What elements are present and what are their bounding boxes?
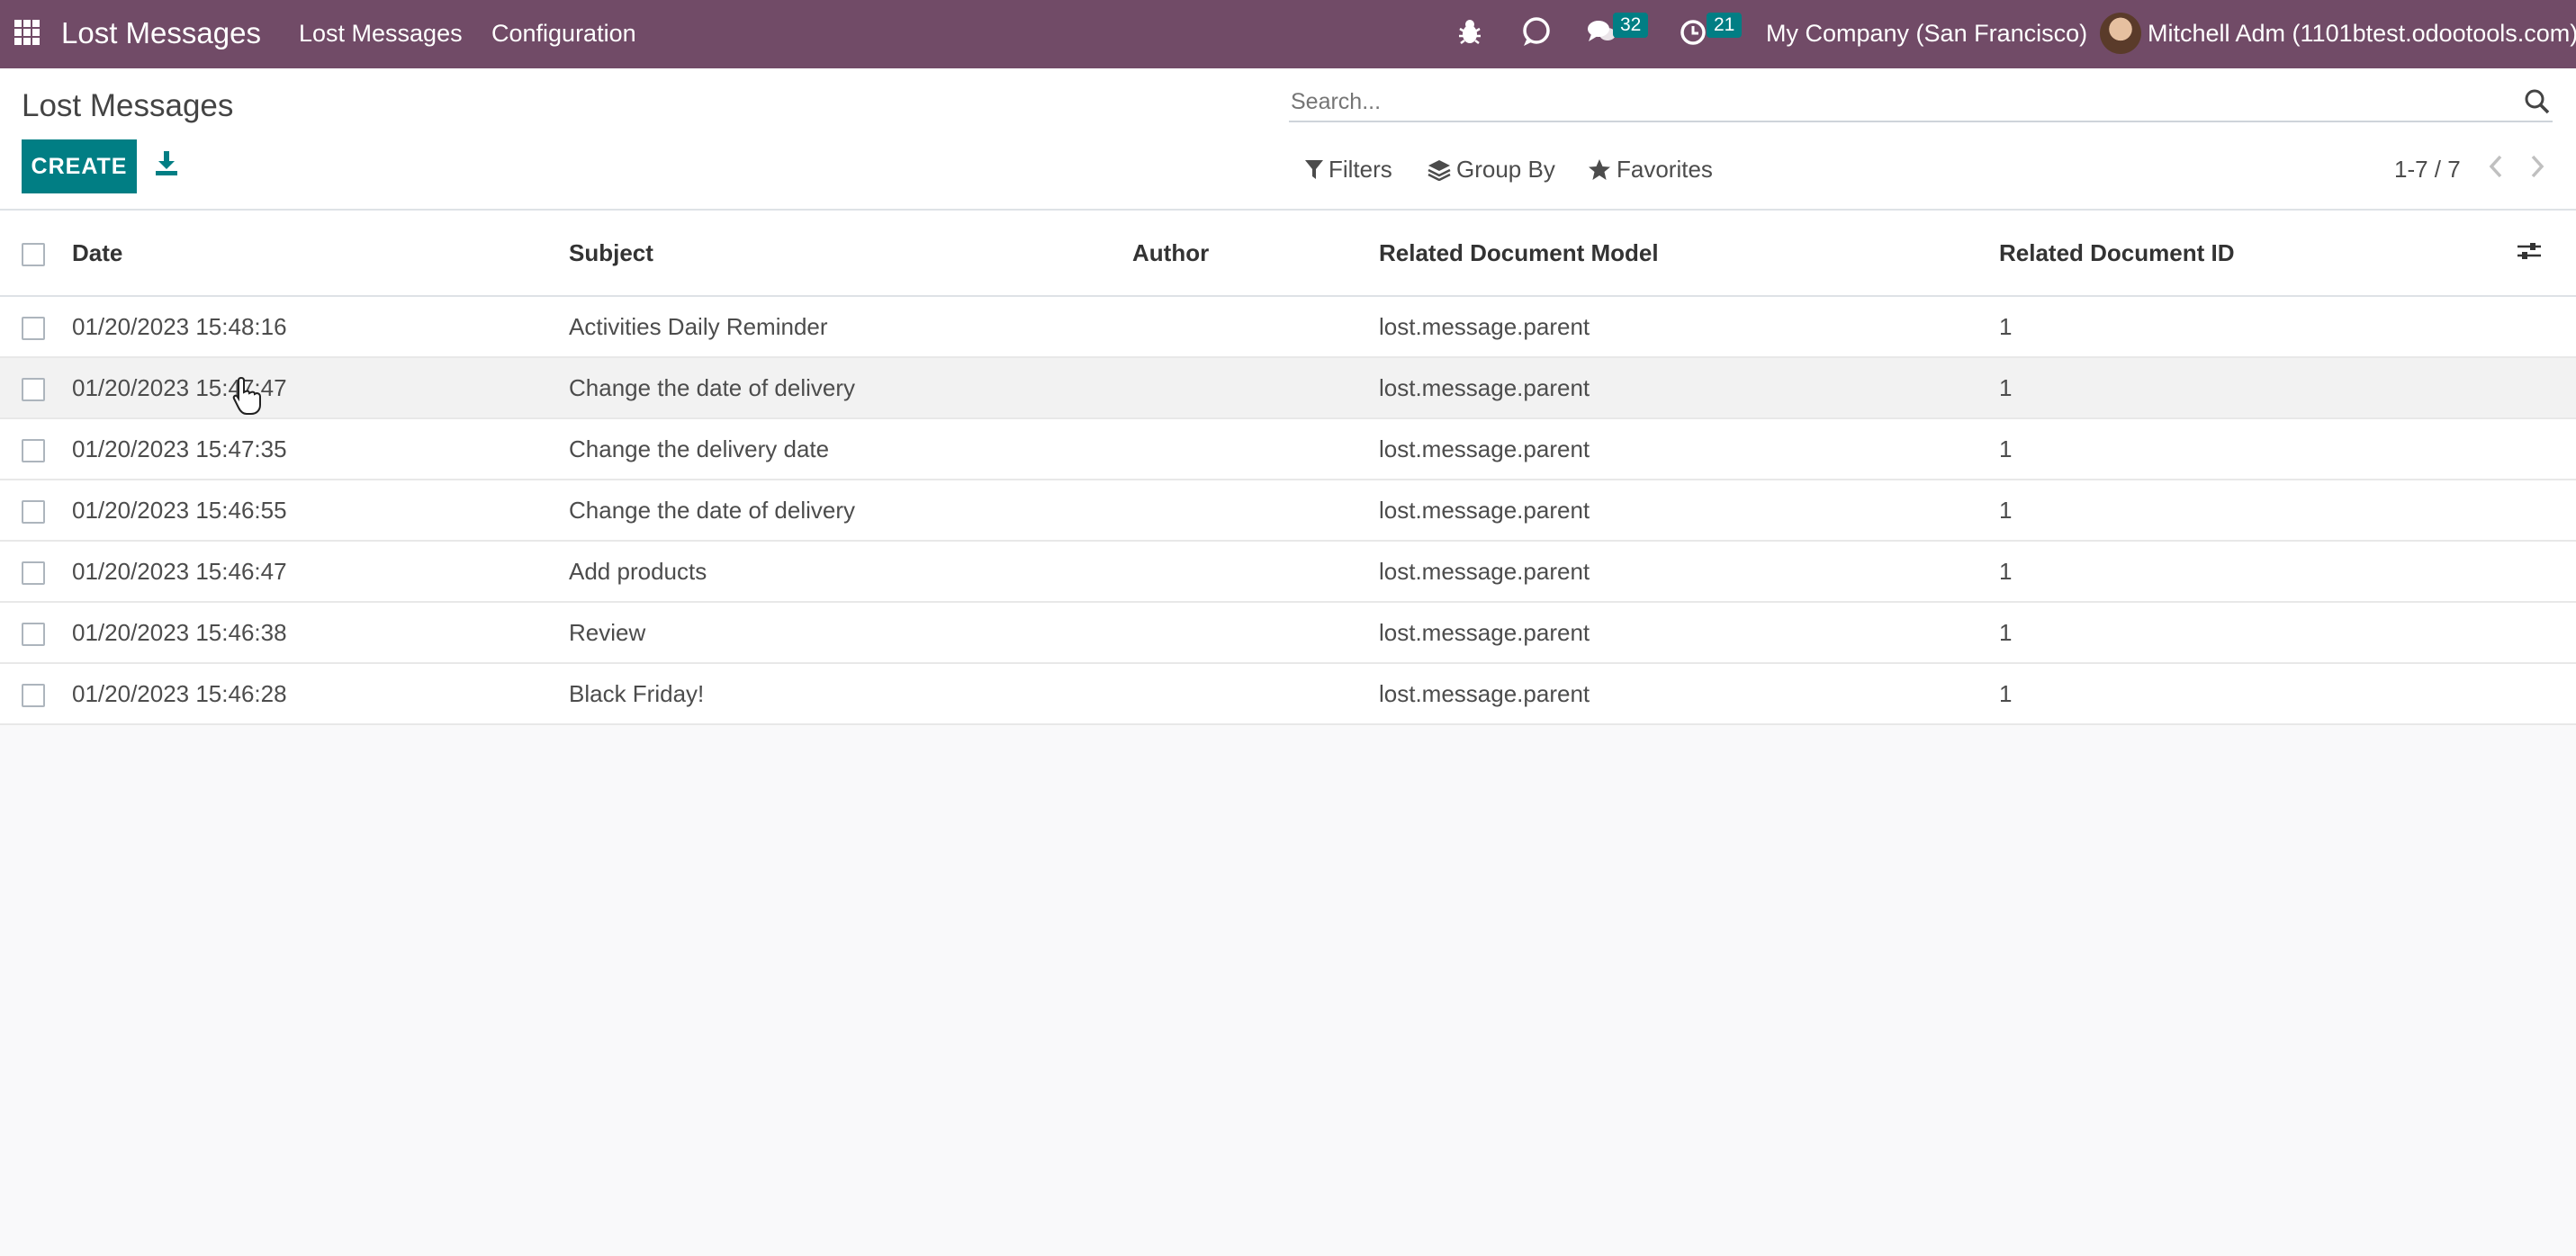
cell-res-id: 1 [1999, 663, 2517, 725]
chevron-right-icon[interactable] [2527, 153, 2547, 184]
cell-res-id: 1 [1999, 296, 2517, 358]
cell-subject: Change the date of delivery [569, 357, 1132, 419]
row-checkbox[interactable] [22, 438, 45, 462]
cell-date: 01/20/2023 15:46:28 [72, 663, 569, 725]
table-row[interactable]: 01/20/2023 15:46:38 Review lost.message.… [0, 602, 2576, 664]
star-icon [1589, 158, 1610, 180]
top-navbar: Lost Messages Lost Messages Configuratio… [0, 0, 2576, 68]
cell-model: lost.message.parent [1379, 663, 1999, 725]
cell-date: 01/20/2023 15:47:47 [72, 357, 569, 419]
table-row[interactable]: 01/20/2023 15:48:16 Activities Daily Rem… [0, 296, 2576, 358]
filters-button[interactable]: Filters [1305, 156, 1392, 184]
column-header-date[interactable]: Date [72, 211, 569, 297]
activities-count-badge: 21 [1707, 13, 1743, 38]
activities-clock-icon[interactable]: 21 [1680, 13, 1743, 51]
cell-model: lost.message.parent [1379, 602, 1999, 664]
cell-res-id: 1 [1999, 418, 2517, 480]
bug-icon[interactable] [1456, 16, 1483, 51]
cell-author [1132, 663, 1379, 725]
cell-date: 01/20/2023 15:48:16 [72, 296, 569, 358]
sliders-icon [2517, 242, 2541, 259]
download-icon[interactable] [155, 151, 178, 181]
select-all-checkbox[interactable] [22, 242, 45, 266]
table-row[interactable]: 01/20/2023 15:47:35 Change the delivery … [0, 418, 2576, 480]
favorites-button[interactable]: Favorites [1588, 156, 1713, 184]
table-row[interactable]: 01/20/2023 15:46:47 Add products lost.me… [0, 541, 2576, 603]
app-name[interactable]: Lost Messages [61, 16, 261, 50]
cell-author [1132, 296, 1379, 358]
table-row[interactable]: 01/20/2023 15:47:47 Change the date of d… [0, 357, 2576, 419]
row-checkbox[interactable] [22, 622, 45, 646]
column-header-res-id[interactable]: Related Document ID [1999, 211, 2517, 297]
apps-menu-icon[interactable] [14, 20, 40, 45]
control-panel: Lost Messages CREATE Filters Group By Fa… [0, 68, 2576, 211]
company-switcher[interactable]: My Company (San Francisco) [1766, 20, 2087, 48]
group-by-button[interactable]: Group By [1428, 156, 1555, 184]
row-checkbox[interactable] [22, 377, 45, 401]
table-header-row: Date Subject Author Related Document Mod… [0, 211, 2576, 297]
breadcrumb-title: Lost Messages [22, 88, 234, 123]
cell-subject: Review [569, 602, 1132, 664]
row-checkbox[interactable] [22, 683, 45, 707]
chevron-left-icon[interactable] [2486, 153, 2506, 184]
cell-author [1132, 541, 1379, 603]
cell-model: lost.message.parent [1379, 418, 1999, 480]
cell-date: 01/20/2023 15:46:47 [72, 541, 569, 603]
row-checkbox[interactable] [22, 499, 45, 524]
cell-author [1132, 357, 1379, 419]
cell-model: lost.message.parent [1379, 480, 1999, 542]
row-checkbox[interactable] [22, 561, 45, 585]
search-input[interactable] [1289, 85, 2499, 119]
cell-res-id: 1 [1999, 480, 2517, 542]
cell-author [1132, 602, 1379, 664]
column-header-subject[interactable]: Subject [569, 211, 1132, 297]
table-row[interactable]: 01/20/2023 15:46:28 Black Friday! lost.m… [0, 663, 2576, 725]
favorites-label: Favorites [1617, 156, 1713, 183]
cell-model: lost.message.parent [1379, 541, 1999, 603]
create-button[interactable]: CREATE [22, 139, 137, 193]
column-header-author[interactable]: Author [1132, 211, 1379, 297]
filters-label: Filters [1329, 156, 1392, 183]
cell-date: 01/20/2023 15:47:35 [72, 418, 569, 480]
menu-configuration[interactable]: Configuration [491, 20, 636, 48]
search-icon[interactable] [2524, 88, 2551, 120]
list-table: Date Subject Author Related Document Mod… [0, 211, 2576, 725]
cell-model: lost.message.parent [1379, 296, 1999, 358]
pager-value[interactable]: 1-7 / 7 [2394, 156, 2461, 184]
table-row[interactable]: 01/20/2023 15:46:55 Change the date of d… [0, 480, 2576, 542]
cell-subject: Change the delivery date [569, 418, 1132, 480]
cell-subject: Add products [569, 541, 1132, 603]
column-header-model[interactable]: Related Document Model [1379, 211, 1999, 297]
cell-model: lost.message.parent [1379, 357, 1999, 419]
filter-icon [1305, 159, 1323, 179]
cell-date: 01/20/2023 15:46:55 [72, 480, 569, 542]
cell-author [1132, 418, 1379, 480]
odoobot-chat-icon[interactable] [1521, 16, 1552, 51]
cell-subject: Change the date of delivery [569, 480, 1132, 542]
messages-icon[interactable]: 32 [1586, 13, 1649, 51]
group-by-label: Group By [1456, 156, 1555, 183]
row-checkbox[interactable] [22, 316, 45, 340]
cell-res-id: 1 [1999, 357, 2517, 419]
layers-icon [1428, 159, 1451, 181]
hand-cursor-icon [232, 376, 263, 420]
cell-date: 01/20/2023 15:46:38 [72, 602, 569, 664]
cell-author [1132, 480, 1379, 542]
cell-res-id: 1 [1999, 602, 2517, 664]
user-avatar[interactable] [2100, 13, 2141, 54]
cell-subject: Activities Daily Reminder [569, 296, 1132, 358]
cell-subject: Black Friday! [569, 663, 1132, 725]
user-menu[interactable]: Mitchell Adm (1101btest.odootools.com) [2148, 20, 2576, 48]
cell-res-id: 1 [1999, 541, 2517, 603]
menu-lost-messages[interactable]: Lost Messages [299, 20, 463, 48]
select-all-checkbox-cell [0, 211, 72, 297]
messages-count-badge: 32 [1613, 13, 1649, 38]
search-bar [1289, 85, 2553, 122]
optional-columns-toggle[interactable] [2517, 211, 2576, 297]
